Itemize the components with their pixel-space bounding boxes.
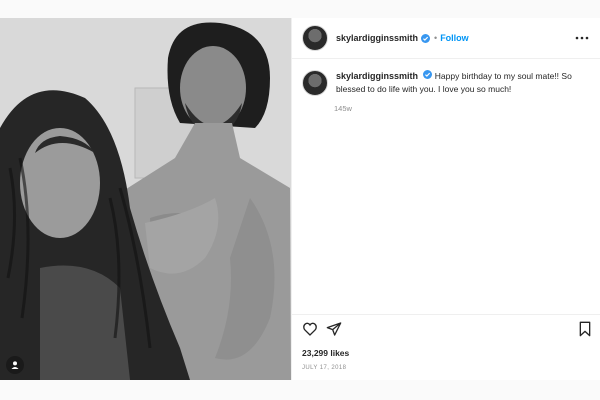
caption-username[interactable]: skylardigginssmith xyxy=(336,71,418,81)
heart-icon[interactable] xyxy=(302,321,318,337)
caption-row: skylardigginssmith Happy birthday to my … xyxy=(302,70,592,96)
separator-dot: • xyxy=(434,33,438,43)
action-bar xyxy=(292,314,600,343)
instagram-post-view: skylardigginssmith • Follow skylardiggin… xyxy=(0,0,600,400)
post-time-ago[interactable]: 145w xyxy=(334,104,592,113)
user-tag-icon[interactable] xyxy=(6,356,24,374)
more-options-icon[interactable] xyxy=(573,29,591,47)
verified-badge-icon xyxy=(423,70,433,79)
post-container: skylardigginssmith • Follow skylardiggin… xyxy=(0,18,600,380)
bookmark-icon[interactable] xyxy=(577,321,593,337)
follow-button[interactable]: Follow xyxy=(440,33,469,43)
header-username[interactable]: skylardigginssmith xyxy=(336,33,418,43)
post-side-panel: skylardigginssmith • Follow skylardiggin… xyxy=(291,18,600,380)
post-date: JULY 17, 2018 xyxy=(302,365,347,371)
likes-count[interactable]: 23,299 likes xyxy=(302,348,349,358)
post-photo[interactable] xyxy=(0,18,291,380)
verified-badge-icon xyxy=(421,33,431,43)
post-header: skylardigginssmith • Follow xyxy=(292,18,600,59)
caption-text: skylardigginssmith Happy birthday to my … xyxy=(336,70,586,96)
caption-block: skylardigginssmith Happy birthday to my … xyxy=(302,70,592,113)
avatar[interactable] xyxy=(302,25,328,51)
share-icon[interactable] xyxy=(326,321,342,337)
caption-avatar[interactable] xyxy=(302,70,328,96)
photo-illustration xyxy=(0,18,291,380)
